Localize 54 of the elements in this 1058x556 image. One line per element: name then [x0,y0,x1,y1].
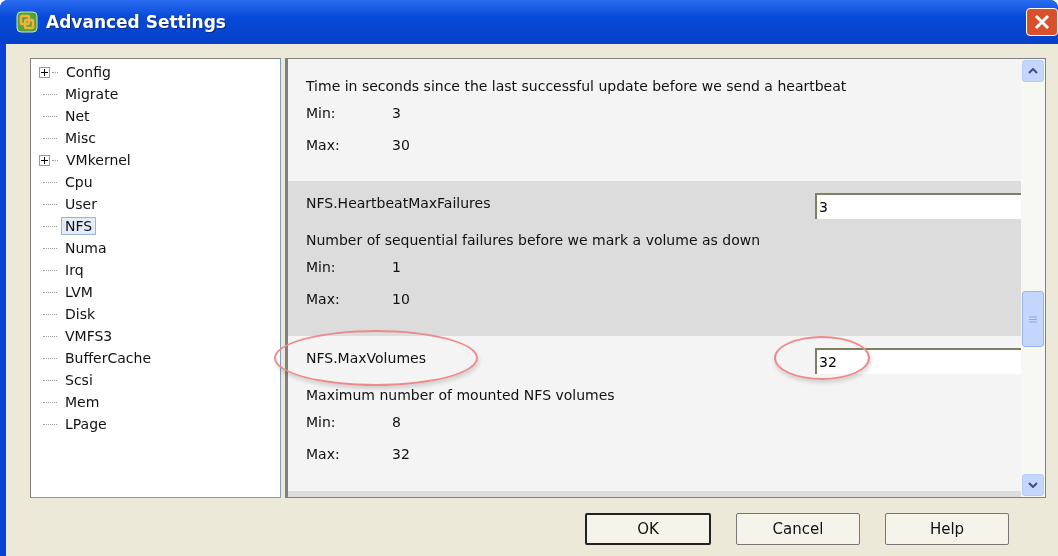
dialog-button[interactable]: Cancel [736,513,860,545]
tree-item[interactable]: LVM [61,283,97,301]
chevron-up-icon [1028,68,1038,74]
tree-item[interactable]: VMkernel [62,151,135,169]
close-button[interactable] [1026,8,1058,36]
min-label: Min: [306,105,337,121]
tree-item[interactable]: BufferCache [61,349,156,367]
value-field[interactable]: 3 [815,193,1021,219]
scroll-up-button[interactable] [1022,60,1044,82]
expand-icon[interactable] [39,66,50,78]
close-icon [1033,13,1051,31]
scrollbar[interactable] [1021,59,1045,497]
dialog-button[interactable]: OK [585,513,711,545]
grip-icon [1029,315,1037,323]
chevron-down-icon [1028,482,1038,488]
tree-item[interactable]: LPage [61,415,111,433]
max-label: Max: [306,137,341,153]
app-logo-icon [16,11,38,33]
value-field[interactable]: 32 [815,348,1021,374]
tree-item[interactable]: User [61,195,101,213]
min-value: 8 [392,414,401,430]
min-value: 3 [392,105,401,121]
min-label: Min: [306,414,337,430]
min-label: Min: [306,259,337,275]
tree-item[interactable]: Disk [61,305,100,323]
setting-name: NFS.MaxVolumes [306,350,426,368]
tree-item[interactable]: Mem [61,393,104,411]
setting-description: Time in seconds since the last successful update before we send a heartbeat [306,77,848,96]
scroll-thumb[interactable] [1022,291,1044,347]
tree-item[interactable]: Scsi [61,371,97,389]
tree-item[interactable]: Migrate [61,85,123,103]
plus-icon [41,156,48,164]
tree-item[interactable]: Numa [61,239,111,257]
min-value: 1 [392,259,401,275]
tree-item[interactable]: VMFS3 [61,327,117,345]
tree-item[interactable]: Cpu [61,173,97,191]
tree-item[interactable]: Irq [61,261,88,279]
max-value: 32 [392,446,410,462]
setting-name: NFS.HeartbeatMaxFailures [306,195,491,213]
setting-description: Maximum number of mounted NFS volumes [306,386,616,405]
tree-item[interactable]: NFS [61,217,97,235]
expand-icon[interactable] [39,154,50,166]
dialog-button[interactable]: Help [885,513,1009,545]
tree-item[interactable]: Config [62,63,115,81]
tree-item[interactable]: Net [61,107,94,125]
setting-description: Number of sequential failures before we mark a volume as down [306,231,762,250]
max-value: 30 [392,137,410,153]
plus-icon [41,68,48,76]
scroll-down-button[interactable] [1022,474,1044,496]
max-label: Max: [306,446,341,462]
max-label: Max: [306,291,341,307]
tree-item[interactable]: Misc [61,129,100,147]
window-title: Advanced Settings [46,12,227,32]
max-value: 10 [392,291,410,307]
